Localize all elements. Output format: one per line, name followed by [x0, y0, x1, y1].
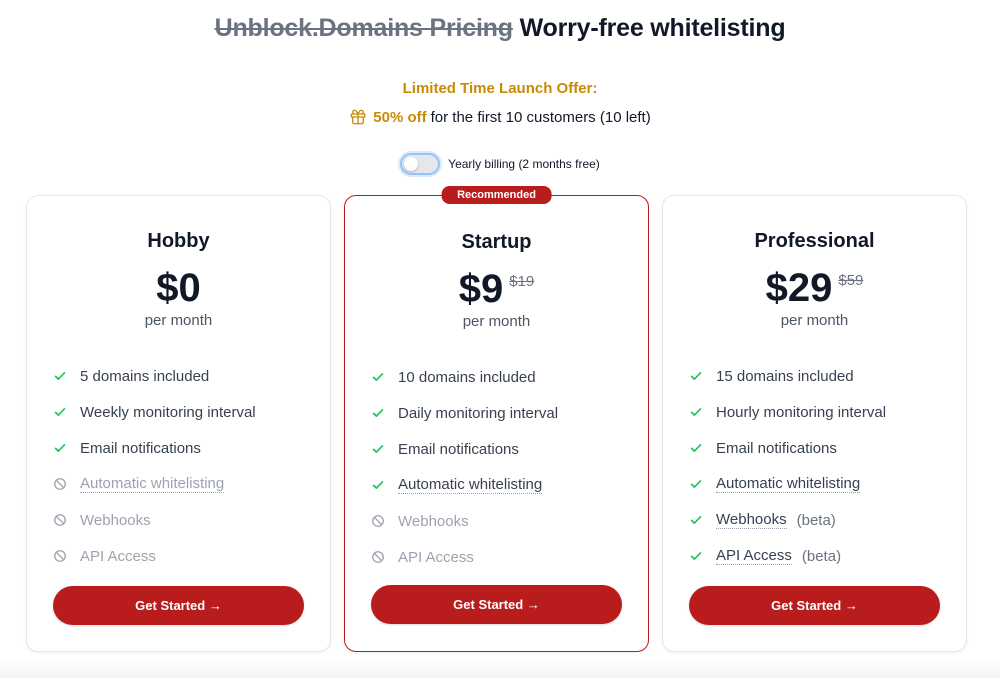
- billing-period: per month: [144, 312, 213, 329]
- feature-label: API Access: [80, 547, 156, 565]
- feature-label[interactable]: Automatic whitelisting: [398, 476, 543, 494]
- main-title: Worry-free whitelisting: [519, 14, 786, 42]
- beta-note: (beta): [801, 547, 842, 565]
- check-icon: [372, 445, 384, 453]
- price-row: $0: [27, 264, 330, 312]
- billing-period: per month: [462, 313, 531, 330]
- offer-line: 50% off for the first 10 customers (10 l…: [0, 108, 1000, 126]
- check-icon: [690, 372, 702, 380]
- offer-percent: 50% off: [373, 108, 427, 126]
- check-icon: [54, 444, 66, 452]
- feature-item: 10 domains included: [371, 359, 628, 395]
- feature-item: Automatic whitelisting: [371, 467, 628, 503]
- ban-icon: [372, 551, 384, 563]
- feature-list: 5 domains included Weekly monitoring int…: [53, 358, 310, 574]
- feature-item: Email notifications: [689, 430, 946, 466]
- feature-label[interactable]: Webhooks: [716, 511, 787, 529]
- feature-label: Email notifications: [716, 439, 837, 457]
- feature-label: Weekly monitoring interval: [80, 403, 256, 421]
- plan-name: Hobby: [147, 230, 210, 252]
- get-started-button[interactable]: Get Started →: [371, 585, 622, 624]
- billing-period: per month: [780, 312, 849, 329]
- check-icon: [372, 409, 384, 417]
- check-icon: [690, 408, 702, 416]
- ban-icon: [54, 478, 66, 490]
- beta-note: (beta): [796, 511, 836, 529]
- plan-old-price: $59: [838, 272, 864, 289]
- plan-price: $0: [156, 266, 201, 310]
- struck-title: Unblock.Domains Pricing: [214, 14, 513, 42]
- feature-label: 10 domains included: [398, 368, 536, 386]
- price-row: $9 $19: [345, 265, 648, 313]
- feature-label: API Access: [398, 548, 474, 566]
- offer-title: Limited Time Launch Offer:: [402, 80, 598, 97]
- feature-item: Daily monitoring interval: [371, 395, 628, 431]
- feature-label: Email notifications: [398, 440, 519, 458]
- feature-item: Automatic whitelisting: [689, 466, 946, 502]
- feature-label[interactable]: API Access: [716, 547, 792, 565]
- feature-label: Webhooks: [398, 512, 469, 530]
- plan-name: Startup: [461, 231, 532, 253]
- check-icon: [372, 373, 384, 381]
- check-icon: [690, 552, 702, 560]
- feature-label: Webhooks: [80, 511, 151, 529]
- page-bottom-shade: [0, 660, 1000, 678]
- feature-item: API Access: [53, 538, 310, 574]
- feature-label: Hourly monitoring interval: [716, 403, 887, 421]
- feature-item: Automatic whitelisting: [53, 466, 310, 502]
- feature-item: Hourly monitoring interval: [689, 394, 946, 430]
- check-icon: [372, 481, 384, 489]
- feature-item: Weekly monitoring interval: [53, 394, 310, 430]
- get-started-button[interactable]: Get Started →: [689, 586, 940, 625]
- feature-item: Email notifications: [53, 430, 310, 466]
- feature-list: 15 domains included Hourly monitoring in…: [689, 358, 946, 574]
- page-title: Unblock.Domains Pricing Worry-free white…: [0, 14, 1000, 43]
- check-icon: [54, 408, 66, 416]
- plan-price: $9: [458, 267, 504, 311]
- feature-item: Webhooks (beta): [689, 502, 946, 538]
- feature-label: Daily monitoring interval: [398, 404, 559, 422]
- feature-item: API Access (beta): [689, 538, 946, 574]
- plan-price: $29: [765, 266, 833, 310]
- feature-item: API Access: [371, 539, 628, 575]
- feature-item: Webhooks: [53, 502, 310, 538]
- check-icon: [690, 516, 702, 524]
- ban-icon: [54, 550, 66, 562]
- ban-icon: [372, 515, 384, 527]
- feature-item: Email notifications: [371, 431, 628, 467]
- feature-label[interactable]: Automatic whitelisting: [80, 475, 225, 493]
- feature-label: 15 domains included: [716, 367, 854, 385]
- gift-icon: [350, 109, 366, 125]
- check-icon: [690, 444, 702, 452]
- plan-old-price: $19: [509, 273, 535, 290]
- feature-list: 10 domains included Daily monitoring int…: [371, 359, 628, 575]
- feature-label: Email notifications: [80, 439, 201, 457]
- feature-item: 15 domains included: [689, 358, 946, 394]
- ban-icon: [54, 514, 66, 526]
- get-started-button[interactable]: Get Started →: [53, 586, 304, 625]
- plan-card-hobby: Hobby $0 per month 5 domains included We…: [26, 195, 331, 652]
- feature-item: 5 domains included: [53, 358, 310, 394]
- check-icon: [54, 372, 66, 380]
- billing-label: Yearly billing (2 months free): [448, 157, 600, 171]
- price-row: $29 $59: [663, 264, 966, 312]
- feature-item: Webhooks: [371, 503, 628, 539]
- check-icon: [690, 480, 702, 488]
- feature-label[interactable]: Automatic whitelisting: [716, 475, 861, 493]
- plan-name: Professional: [754, 230, 875, 252]
- offer-text: for the first 10 customers (10 left): [430, 108, 651, 126]
- toggle-knob: [404, 157, 419, 171]
- yearly-billing-toggle[interactable]: [400, 153, 441, 175]
- feature-label: 5 domains included: [80, 367, 210, 385]
- plan-card-professional: Professional $29 $59 per month 15 domain…: [662, 195, 967, 652]
- plan-card-startup: Recommended Startup $9 $19 per month 10 d…: [344, 186, 649, 652]
- recommended-badge: Recommended: [441, 186, 552, 204]
- billing-toggle-row: Yearly billing (2 months free): [0, 153, 1000, 175]
